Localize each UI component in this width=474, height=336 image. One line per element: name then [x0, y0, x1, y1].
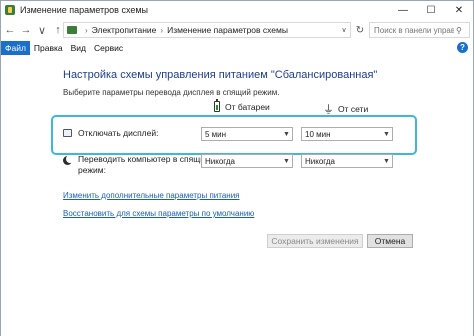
ac-column-label: От сети	[338, 104, 369, 114]
minimize-button[interactable]: —	[389, 1, 417, 19]
restore-defaults-link[interactable]: Восстановить для схемы параметры по умол…	[63, 209, 254, 218]
advanced-settings-link[interactable]: Изменить дополнительные параметры питани…	[63, 191, 240, 200]
sleep-battery-select[interactable]: Никогда ▼	[201, 154, 293, 168]
sleep-label-line1: Переводить компьютер в спящий	[78, 154, 210, 164]
back-arrow-icon[interactable]: ←	[3, 22, 17, 38]
sleep-ac-select[interactable]: Никогда ▼	[301, 154, 393, 168]
cancel-button[interactable]: Отмена	[367, 234, 413, 248]
menu-bar: Файл Правка Вид Сервис ?	[1, 41, 473, 55]
forward-arrow-icon[interactable]: →	[19, 22, 33, 38]
chevron-down-icon: ▼	[383, 157, 390, 165]
address-bar: ← → ∨ ↑ › Электропитание › Изменение пар…	[1, 19, 473, 41]
address-dropdown-icon[interactable]: ∨	[338, 26, 350, 34]
sleep-row: Переводить компьютер в спящий режим:	[63, 154, 210, 176]
help-icon[interactable]: ?	[457, 42, 468, 53]
monitor-icon	[63, 129, 72, 137]
search-icon[interactable]: ⚲	[456, 26, 462, 35]
menu-edit[interactable]: Правка	[30, 41, 67, 55]
battery-column-label: От батареи	[225, 101, 270, 112]
display-off-label: Отключать дисплей:	[78, 128, 159, 138]
page-title: Настройка схемы управления питанием "Сба…	[63, 69, 378, 81]
menu-view[interactable]: Вид	[67, 41, 90, 55]
control-panel-window: Изменение параметров схемы — ☐ ✕ ← → ∨ ↑…	[0, 0, 474, 336]
menu-tools[interactable]: Сервис	[90, 41, 127, 55]
sleep-ac-value: Никогда	[305, 156, 335, 166]
recent-locations-chevron-icon[interactable]: ∨	[35, 22, 49, 38]
search-input[interactable]	[374, 25, 454, 35]
breadcrumb-separator: ›	[85, 25, 88, 35]
refresh-icon[interactable]: ↻	[353, 22, 367, 38]
battery-icon	[214, 99, 220, 112]
menu-file[interactable]: Файл	[1, 41, 30, 55]
close-button[interactable]: ✕	[445, 1, 473, 19]
moon-icon	[63, 155, 74, 165]
save-button[interactable]: Сохранить изменения	[267, 234, 363, 248]
display-off-ac-select[interactable]: 10 мин ▼	[301, 127, 393, 141]
search-box[interactable]: ⚲	[369, 22, 470, 38]
page-subtitle: Выберите параметры перевода дисплея в сп…	[63, 88, 280, 97]
maximize-button[interactable]: ☐	[417, 1, 445, 19]
breadcrumb-separator: ›	[160, 25, 164, 35]
breadcrumb-edit-plan[interactable]: Изменение параметров схемы	[167, 25, 288, 35]
sleep-battery-value: Никогда	[205, 156, 235, 166]
sleep-label: Переводить компьютер в спящий режим:	[78, 154, 210, 176]
display-off-row: Отключать дисплей:	[63, 128, 158, 138]
battery-column-header: От батареи	[214, 99, 270, 112]
display-off-battery-value: 5 мин	[205, 129, 227, 139]
display-off-battery-select[interactable]: 5 мин ▼	[201, 127, 293, 141]
breadcrumb[interactable]: › Электропитание › Изменение параметров …	[63, 22, 351, 38]
chevron-down-icon: ▼	[283, 130, 290, 138]
power-options-icon	[5, 5, 15, 15]
chevron-down-icon: ▼	[383, 130, 390, 138]
chevron-down-icon: ▼	[283, 157, 290, 165]
main-content: Настройка схемы управления питанием "Сба…	[1, 55, 473, 336]
window-title: Изменение параметров схемы	[20, 5, 149, 15]
title-bar: Изменение параметров схемы — ☐ ✕	[1, 1, 473, 19]
sleep-label-line2: режим:	[78, 165, 106, 175]
breadcrumb-power-options[interactable]: Электропитание	[92, 25, 157, 35]
control-panel-icon	[67, 26, 77, 34]
display-off-ac-value: 10 мин	[305, 129, 331, 139]
